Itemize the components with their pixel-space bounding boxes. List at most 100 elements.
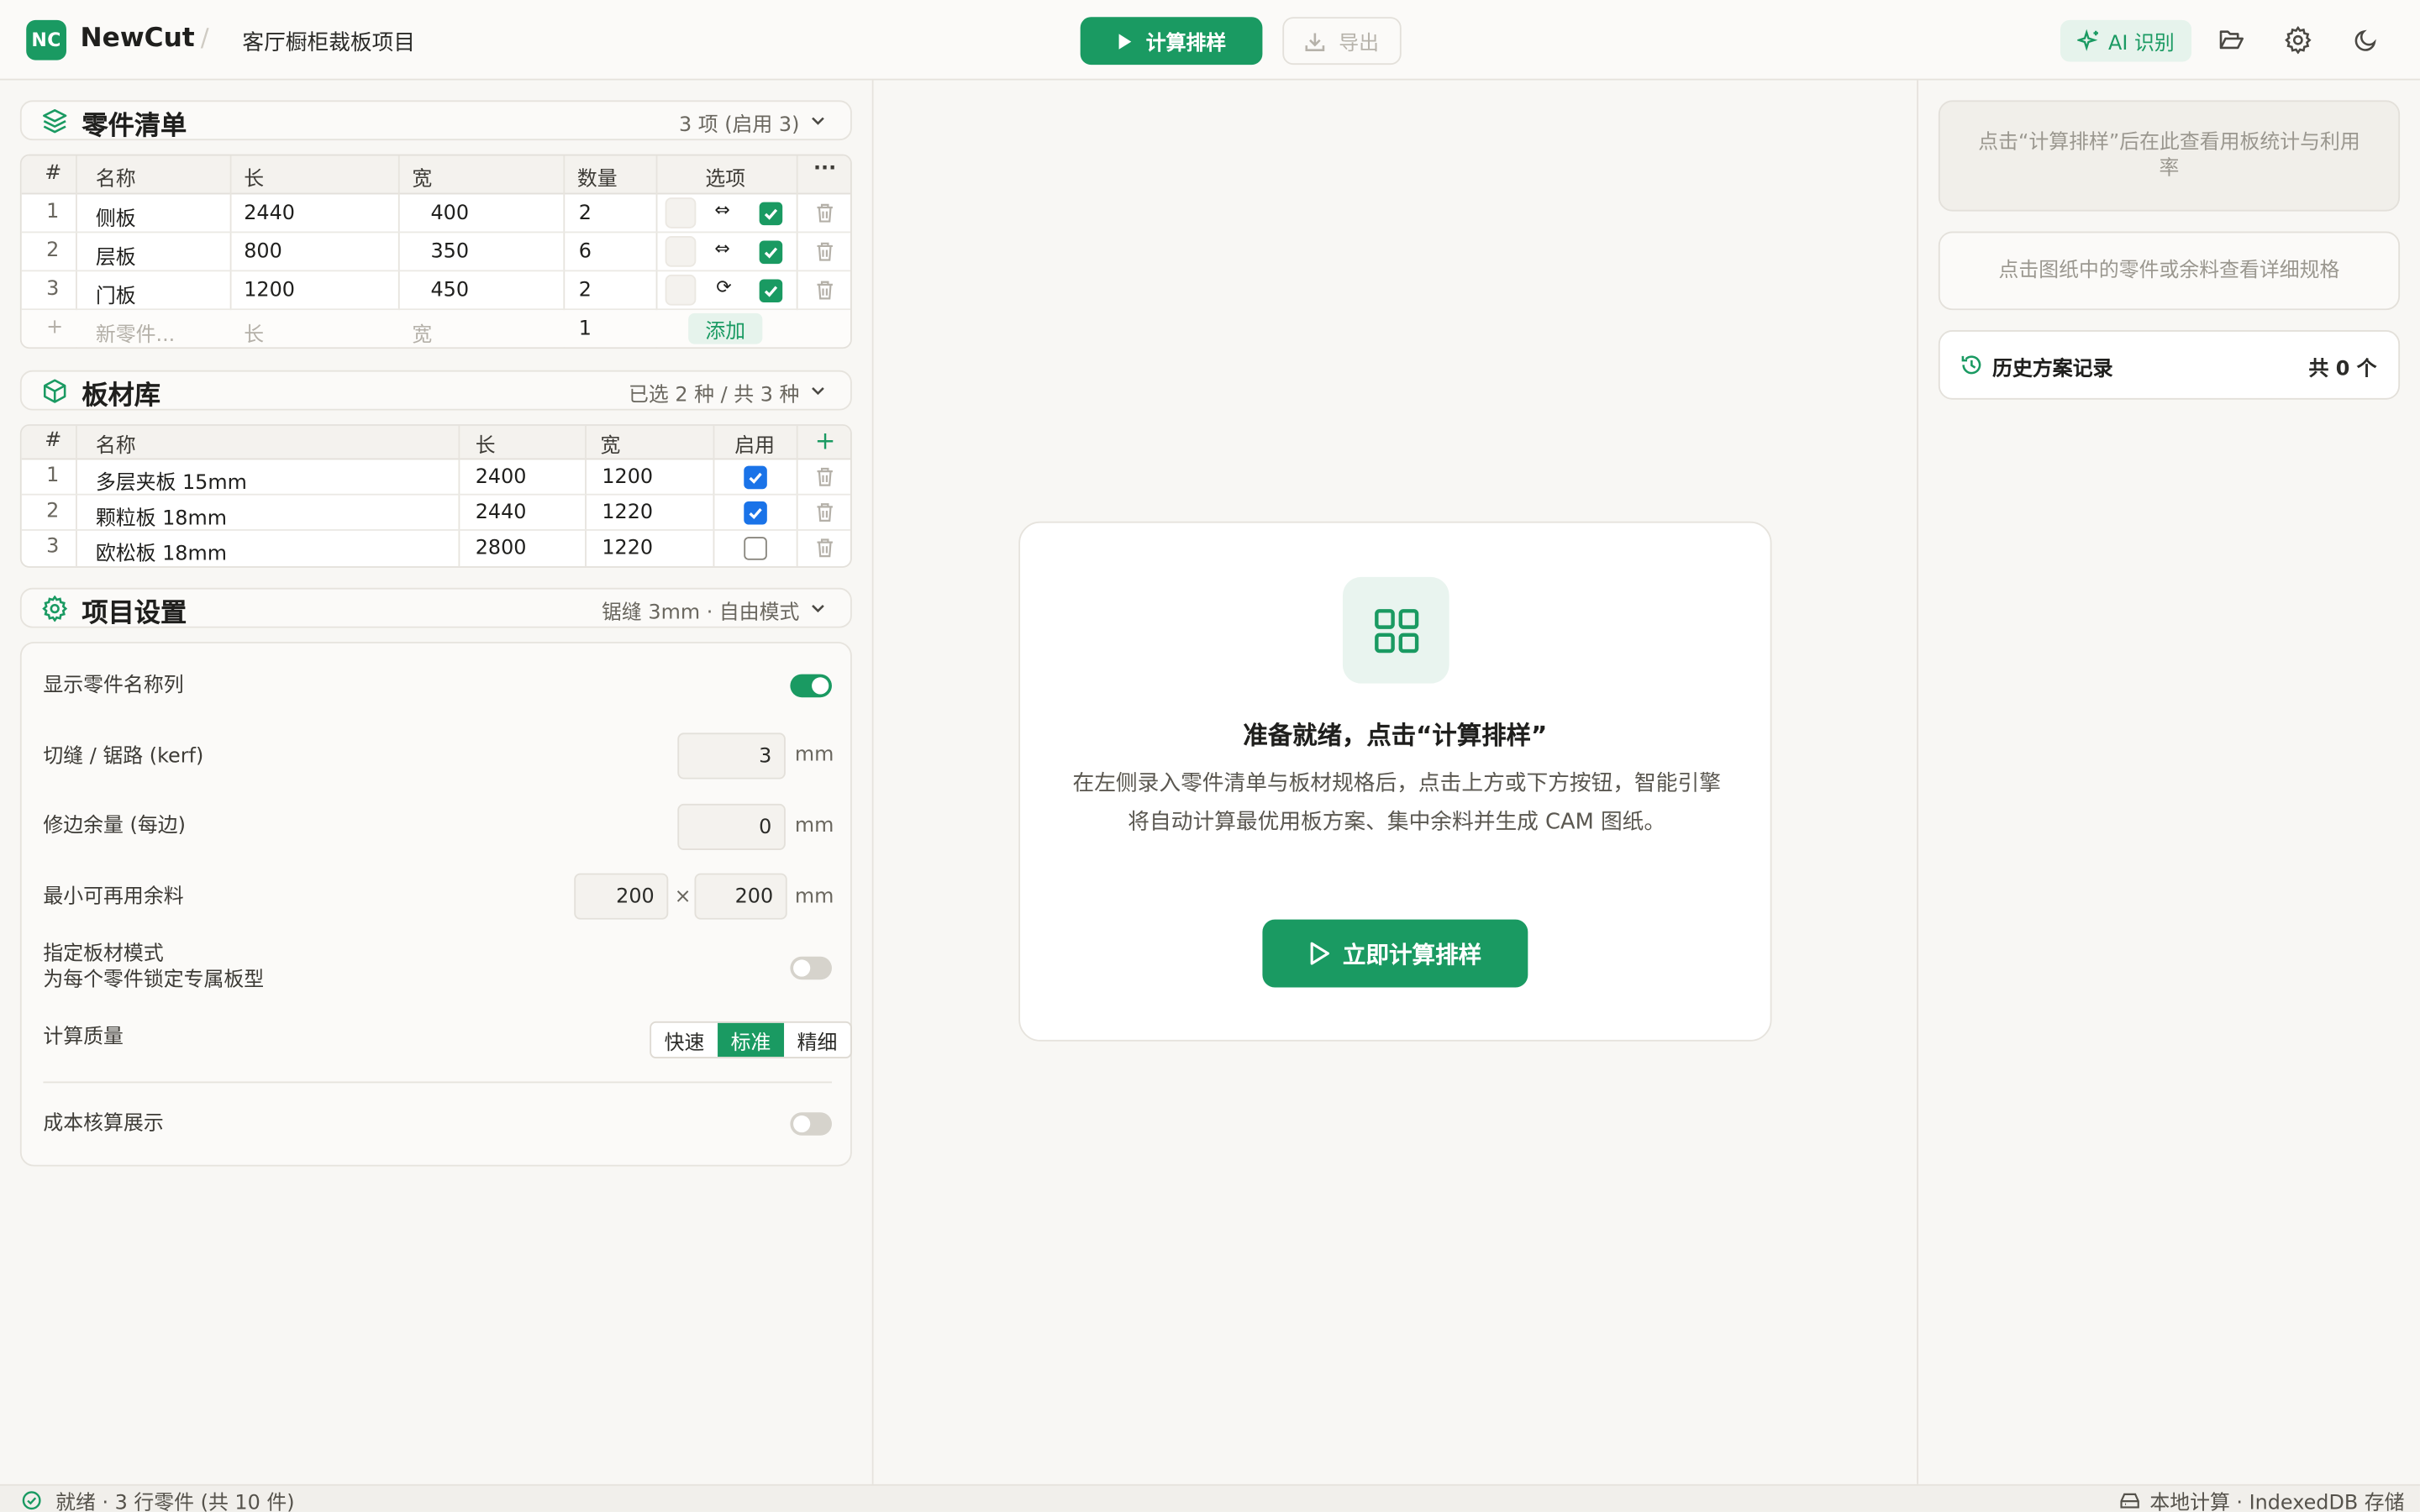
settings-section-header[interactable]: 项目设置 锯缝 3mm · 自由模式 — [19, 587, 852, 630]
chevron-down-icon — [808, 599, 827, 617]
board-name-input[interactable]: 多层夹板 15mm — [96, 466, 247, 496]
part-length-input[interactable]: 2440 — [244, 202, 295, 226]
add-board-icon[interactable]: + — [815, 426, 836, 455]
grain-direction-icon[interactable]: ⇔ — [714, 199, 729, 221]
download-icon — [1305, 30, 1327, 52]
table-row: 3 欧松板 18mm 2800 1220 — [22, 531, 850, 567]
parts-summary: 3 项 (启用 3) — [678, 113, 800, 138]
new-part-row: + 新零件... 长 宽 1 添加 — [21, 310, 851, 348]
stats-hint: 点击“计算排样”后在此查看用板统计与利用率 — [1978, 131, 2360, 181]
part-name-input[interactable]: 侧板 — [96, 202, 136, 232]
new-part-name-input[interactable]: 新零件... — [96, 318, 175, 348]
col-length: 长 — [475, 434, 496, 459]
ai-recognize-button[interactable]: AI 识别 — [2060, 19, 2192, 62]
min-offcut-height-input[interactable]: 200 — [694, 873, 787, 920]
part-width-input[interactable]: 350 — [430, 241, 469, 265]
new-part-width-input[interactable]: 宽 — [412, 318, 432, 348]
chevron-down-icon — [808, 111, 827, 129]
trash-icon[interactable] — [815, 279, 835, 301]
part-name-input[interactable]: 门板 — [96, 279, 136, 309]
cost-toggle[interactable] — [790, 1112, 832, 1136]
compute-button[interactable]: 计算排样 — [1080, 17, 1263, 66]
part-color-swatch[interactable] — [665, 236, 697, 267]
assign-mode-description: 为每个零件锁定专属板型 — [43, 969, 265, 992]
part-length-input[interactable]: 1200 — [244, 279, 295, 302]
trash-icon[interactable] — [815, 241, 835, 263]
part-length-input[interactable]: 800 — [244, 241, 282, 265]
settings-card: 显示零件名称列 切缝 / 锯路 (kerf) 3 mm 修边余量 (每边) 0 … — [19, 642, 852, 1167]
col-name: 名称 — [95, 434, 136, 459]
kerf-value: 3 — [759, 744, 772, 768]
board-name-input[interactable]: 颗粒板 18mm — [96, 501, 227, 531]
quality-standard-option[interactable]: 标准 — [718, 1022, 785, 1058]
trash-icon[interactable] — [815, 466, 835, 488]
empty-state-title: 准备就绪，点击“计算排样” — [1243, 720, 1548, 750]
col-width: 宽 — [600, 434, 621, 459]
new-part-length-input[interactable]: 长 — [244, 318, 264, 348]
cost-label: 成本核算展示 — [43, 1112, 164, 1136]
trash-icon[interactable] — [815, 501, 835, 523]
top-bar: NC NewCut / 客厅橱柜裁板项目 计算排样 导出 AI 识别 — [0, 0, 2420, 81]
rotate-icon[interactable]: ⟳ — [716, 276, 731, 298]
new-part-qty-input[interactable]: 1 — [579, 318, 592, 341]
grain-direction-icon[interactable]: ⇔ — [714, 238, 729, 260]
project-name[interactable]: 客厅橱柜裁板项目 — [242, 26, 415, 57]
part-width-input[interactable]: 450 — [430, 279, 469, 302]
compute-now-label: 立即计算排样 — [1342, 940, 1482, 969]
storage-info: 本地计算 · IndexedDB 存储 — [2149, 1492, 2405, 1512]
history-count: 共 0 个 — [2308, 358, 2377, 381]
gear-icon[interactable] — [2280, 22, 2317, 59]
board-name-input[interactable]: 欧松板 18mm — [96, 537, 227, 567]
kerf-input[interactable]: 3 — [677, 732, 786, 780]
history-card[interactable]: 历史方案记录 共 0 个 — [1938, 330, 2401, 400]
part-qty-input[interactable]: 2 — [579, 279, 592, 302]
part-qty-input[interactable]: 6 — [579, 241, 592, 265]
board-length-input[interactable]: 2800 — [476, 537, 527, 560]
more-options-icon[interactable]: ··· — [813, 157, 836, 181]
board-length-input[interactable]: 2400 — [476, 466, 527, 490]
board-width-input[interactable]: 1200 — [602, 466, 653, 490]
quality-fine-option[interactable]: 精细 — [784, 1023, 850, 1057]
show-name-toggle[interactable] — [790, 674, 832, 698]
table-row: 3 门板 1200 450 2 ⟳ — [21, 271, 851, 311]
part-width-input[interactable]: 400 — [430, 202, 469, 226]
board-width-input[interactable]: 1220 — [602, 537, 653, 560]
trash-icon[interactable] — [815, 537, 835, 559]
settings-title: 项目设置 — [82, 598, 187, 630]
part-color-swatch[interactable] — [665, 274, 697, 306]
layers-icon — [42, 108, 68, 134]
board-length-input[interactable]: 2440 — [476, 501, 527, 525]
trash-icon[interactable] — [815, 202, 835, 224]
settings-divider — [43, 1081, 832, 1084]
quality-fast-option[interactable]: 快速 — [651, 1023, 718, 1057]
grid-icon — [1342, 576, 1449, 684]
board-enabled-checkbox[interactable] — [744, 537, 767, 560]
min-offcut-width-input[interactable]: 200 — [574, 873, 669, 920]
ai-button-label: AI 识别 — [2108, 32, 2175, 56]
assign-mode-toggle[interactable] — [790, 956, 832, 980]
add-part-button[interactable]: 添加 — [688, 312, 763, 344]
part-qty-input[interactable]: 2 — [579, 202, 592, 226]
part-enabled-checkbox[interactable] — [759, 279, 783, 302]
board-width-input[interactable]: 1220 — [602, 501, 653, 525]
parts-section-header[interactable]: 零件清单 3 项 (启用 3) — [19, 100, 852, 142]
min-offcut-unit: mm — [794, 885, 834, 909]
part-color-swatch[interactable] — [665, 197, 697, 228]
trim-input[interactable]: 0 — [677, 803, 786, 851]
part-enabled-checkbox[interactable] — [759, 240, 783, 265]
col-name: 名称 — [95, 168, 136, 192]
col-enabled: 启用 — [734, 434, 776, 459]
part-name-input[interactable]: 层板 — [96, 241, 136, 270]
boards-section-header[interactable]: 板材库 已选 2 种 / 共 3 种 — [19, 370, 852, 412]
status-bar: 就绪 · 3 行零件 (共 10 件) 本地计算 · IndexedDB 存储 — [0, 1483, 2420, 1512]
board-enabled-checkbox[interactable] — [744, 465, 767, 490]
row-index: 2 — [46, 500, 60, 523]
export-button[interactable]: 导出 — [1282, 17, 1402, 66]
trim-unit: mm — [794, 814, 834, 838]
settings-summary: 锯缝 3mm · 自由模式 — [602, 601, 800, 625]
moon-icon[interactable] — [2348, 22, 2385, 59]
folder-open-icon[interactable] — [2213, 22, 2250, 59]
board-enabled-checkbox[interactable] — [744, 501, 767, 525]
compute-now-button[interactable]: 立即计算排样 — [1262, 919, 1528, 988]
part-enabled-checkbox[interactable] — [759, 202, 783, 226]
